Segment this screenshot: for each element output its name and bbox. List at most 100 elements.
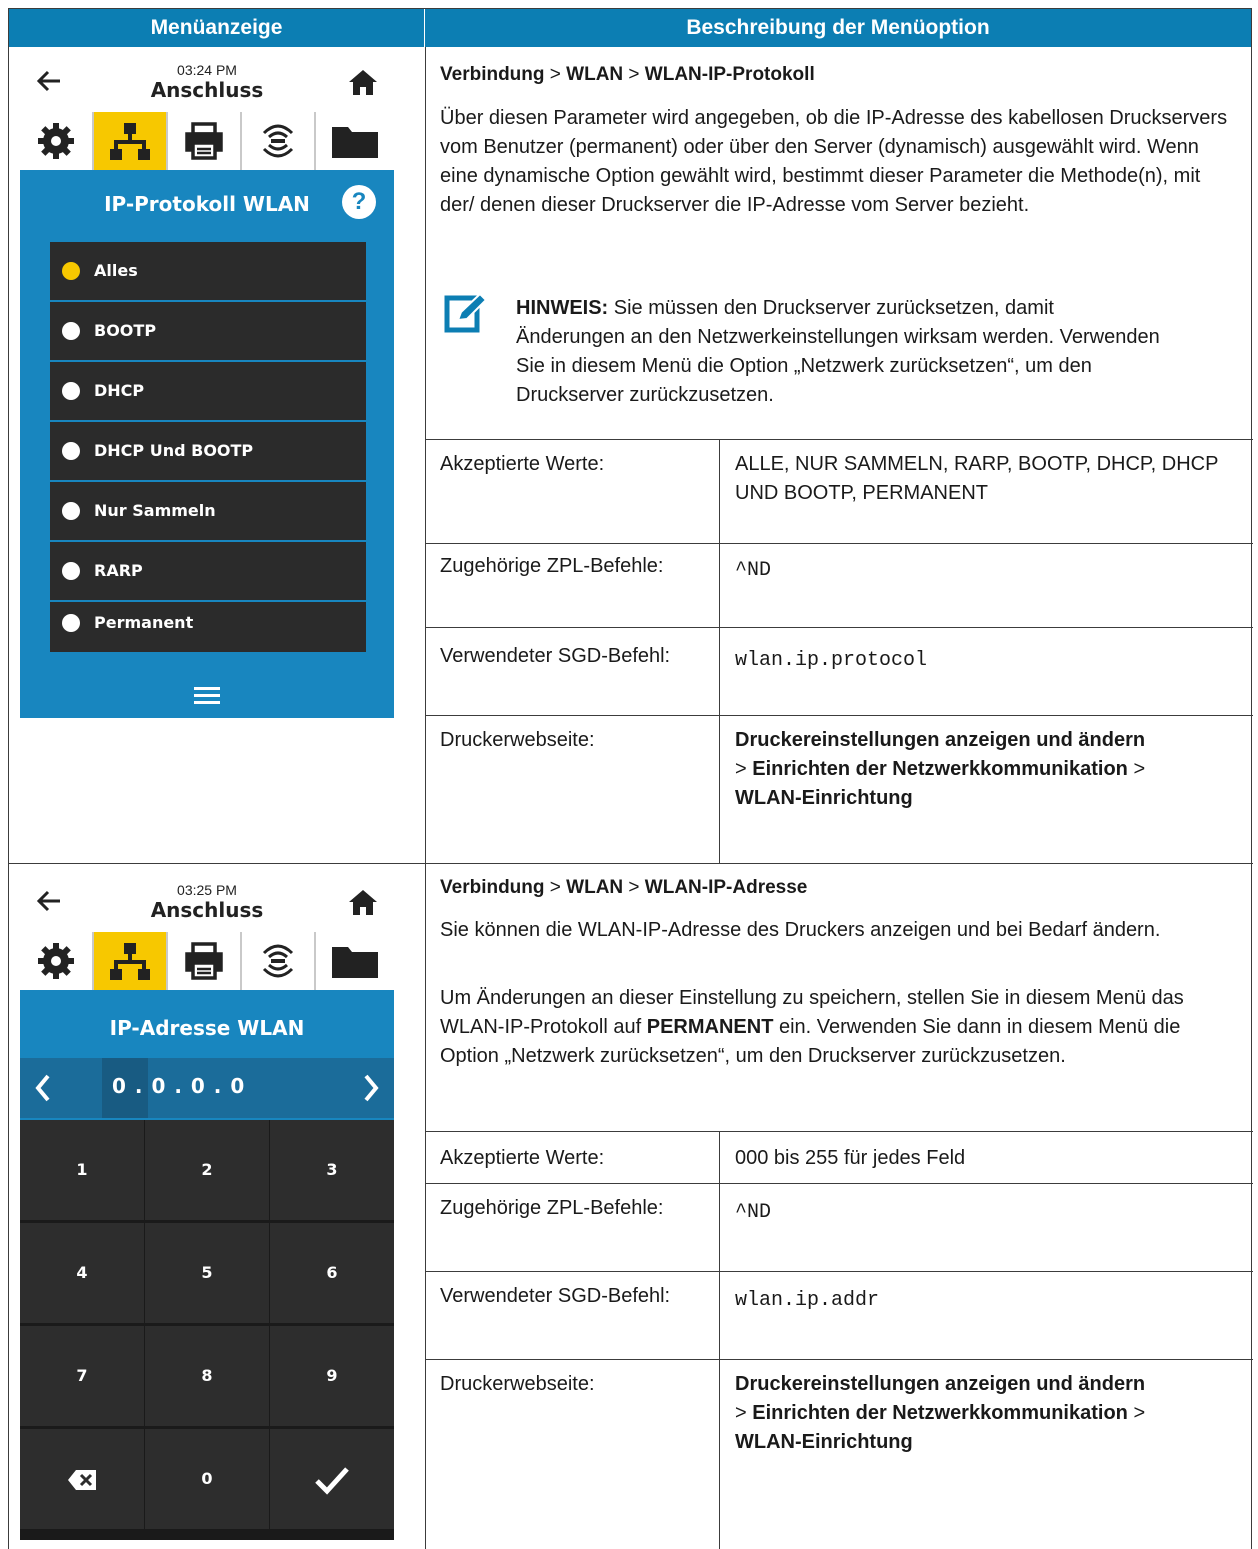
option-all[interactable]: Alles: [50, 242, 366, 300]
key-1[interactable]: 1: [20, 1120, 144, 1220]
screen-heading: IP-Protokoll WLAN: [104, 192, 310, 216]
printer-web-page-path: Druckereinstellungen anzeigen und ändern…: [735, 1370, 1155, 1457]
table-header: Menüanzeige Beschreibung der Menüoption: [9, 9, 1251, 47]
web-path-item: Druckereinstellungen anzeigen und ändern: [735, 1373, 1146, 1395]
antenna-icon: [262, 944, 294, 978]
folder-icon: [332, 947, 378, 978]
row-divider: [425, 1131, 1253, 1132]
tab-connection[interactable]: [94, 932, 168, 990]
row-divider: [425, 439, 1253, 440]
radio-selected-icon: [62, 262, 80, 280]
ip-address-value: 0 . 0 . 0 . 0: [112, 1074, 246, 1098]
screen-tab-bar: [20, 112, 394, 170]
radio-icon: [62, 502, 80, 520]
option-label: Nur Sammeln: [94, 501, 216, 520]
help-icon[interactable]: ?: [342, 185, 376, 219]
tab-rfid[interactable]: [242, 112, 316, 170]
screen-top-bar: 03:24 PM Anschluss: [20, 56, 394, 112]
chevron-right-icon[interactable]: [348, 1058, 394, 1118]
key-2[interactable]: 2: [145, 1120, 269, 1220]
description-paragraph: Sie können die WLAN-IP-Adresse des Druck…: [440, 919, 1161, 941]
screen-time: 03:25 PM: [177, 882, 237, 898]
option-dhcp-and-bootp[interactable]: DHCP Und BOOTP: [50, 422, 366, 480]
note-label: HINWEIS:: [516, 297, 609, 319]
web-path-item: Einrichten der Netzwerkkommunikation: [752, 758, 1128, 780]
breadcrumb-item: WLAN: [566, 877, 624, 898]
screen-title: Anschluss: [150, 78, 264, 102]
tab-storage[interactable]: [316, 932, 394, 990]
home-icon[interactable]: [348, 888, 378, 916]
sgd-command-value: wlan.ip.addr: [735, 1289, 880, 1312]
option-label: BOOTP: [94, 321, 157, 340]
printer-web-page-path: Druckereinstellungen anzeigen und ändern…: [735, 726, 1155, 813]
key-backspace[interactable]: [20, 1429, 144, 1529]
key-confirm[interactable]: [270, 1429, 394, 1529]
web-path-item: Einrichten der Netzwerkkommunikation: [752, 1402, 1128, 1424]
breadcrumb-item: WLAN-IP-Adresse: [644, 877, 808, 898]
radio-icon: [62, 442, 80, 460]
printer-web-page-label: Druckerwebseite:: [440, 729, 595, 751]
printer-screen-ip-protocol: 03:24 PM Anschluss IP-Protokoll WLAN ? A…: [20, 56, 394, 718]
breadcrumb-item: WLAN: [566, 64, 624, 85]
option-permanent[interactable]: Permanent: [50, 602, 366, 652]
sgd-command-label: Verwendeter SGD-Befehl:: [440, 645, 671, 667]
tab-settings[interactable]: [20, 112, 94, 170]
tab-storage[interactable]: [316, 112, 394, 170]
row-divider: [9, 863, 1253, 864]
radio-icon: [62, 382, 80, 400]
tab-print[interactable]: [168, 932, 242, 990]
radio-icon: [62, 562, 80, 580]
zpl-commands-value: ^ND: [735, 559, 772, 582]
zpl-commands-label: Zugehörige ZPL-Befehle:: [440, 1197, 664, 1219]
accepted-values: 000 bis 255 für jedes Feld: [735, 1147, 966, 1169]
row-divider: [425, 715, 1253, 716]
breadcrumb-separator: >: [544, 877, 567, 898]
paragraph-emphasis: PERMANENT: [646, 1016, 774, 1038]
key-7[interactable]: 7: [20, 1326, 144, 1426]
zpl-commands-label: Zugehörige ZPL-Befehle:: [440, 555, 664, 577]
breadcrumb-separator: >: [623, 877, 645, 898]
gear-icon: [38, 943, 74, 979]
key-8[interactable]: 8: [145, 1326, 269, 1426]
breadcrumb-item: Verbindung: [440, 64, 545, 85]
key-9[interactable]: 9: [270, 1326, 394, 1426]
key-3[interactable]: 3: [270, 1120, 394, 1220]
printer-icon: [185, 122, 223, 160]
breadcrumb: Verbindung > WLAN > WLAN-IP-Adresse: [440, 875, 1230, 901]
description-paragraph: Um Änderungen an dieser Einstellung zu s…: [440, 984, 1230, 1071]
breadcrumb: Verbindung > WLAN > WLAN-IP-Protokoll: [440, 62, 1230, 88]
network-icon: [110, 123, 150, 160]
tab-rfid[interactable]: [242, 932, 316, 990]
key-5[interactable]: 5: [145, 1223, 269, 1323]
backspace-icon: [68, 1469, 96, 1490]
hamburger-menu-icon[interactable]: [194, 686, 220, 706]
numeric-keypad: 1 2 3 4 5 6 7 8 9 0: [20, 1120, 394, 1540]
key-6[interactable]: 6: [270, 1223, 394, 1323]
header-menu-display: Menüanzeige: [9, 9, 425, 47]
breadcrumb-separator: >: [544, 64, 567, 85]
tab-settings[interactable]: [20, 932, 94, 990]
home-icon[interactable]: [348, 68, 378, 96]
screen-heading: IP-Adresse WLAN: [109, 1016, 305, 1040]
tab-print[interactable]: [168, 112, 242, 170]
key-4[interactable]: 4: [20, 1223, 144, 1323]
ip-address-field[interactable]: 0 . 0 . 0 . 0: [20, 1058, 394, 1118]
sgd-command-label: Verwendeter SGD-Befehl:: [440, 1285, 671, 1307]
column-divider: [425, 47, 426, 1549]
option-bootp[interactable]: BOOTP: [50, 302, 366, 360]
key-0[interactable]: 0: [145, 1429, 269, 1529]
row-divider: [425, 1359, 1253, 1360]
printer-screen-ip-address: 03:25 PM Anschluss IP-Adresse WLAN 0 . 0…: [20, 876, 394, 1540]
option-rarp[interactable]: RARP: [50, 542, 366, 600]
chevron-left-icon[interactable]: [20, 1058, 66, 1118]
option-gleaning-only[interactable]: Nur Sammeln: [50, 482, 366, 540]
column-divider: [719, 1131, 720, 1549]
tab-connection[interactable]: [94, 112, 168, 170]
antenna-icon: [262, 124, 294, 158]
network-icon: [110, 943, 150, 980]
screen-time: 03:24 PM: [177, 62, 237, 78]
gear-icon: [38, 123, 74, 159]
breadcrumb-separator: >: [623, 64, 645, 85]
note-text: HINWEIS: Sie müssen den Druckserver zurü…: [516, 294, 1166, 410]
option-dhcp[interactable]: DHCP: [50, 362, 366, 420]
